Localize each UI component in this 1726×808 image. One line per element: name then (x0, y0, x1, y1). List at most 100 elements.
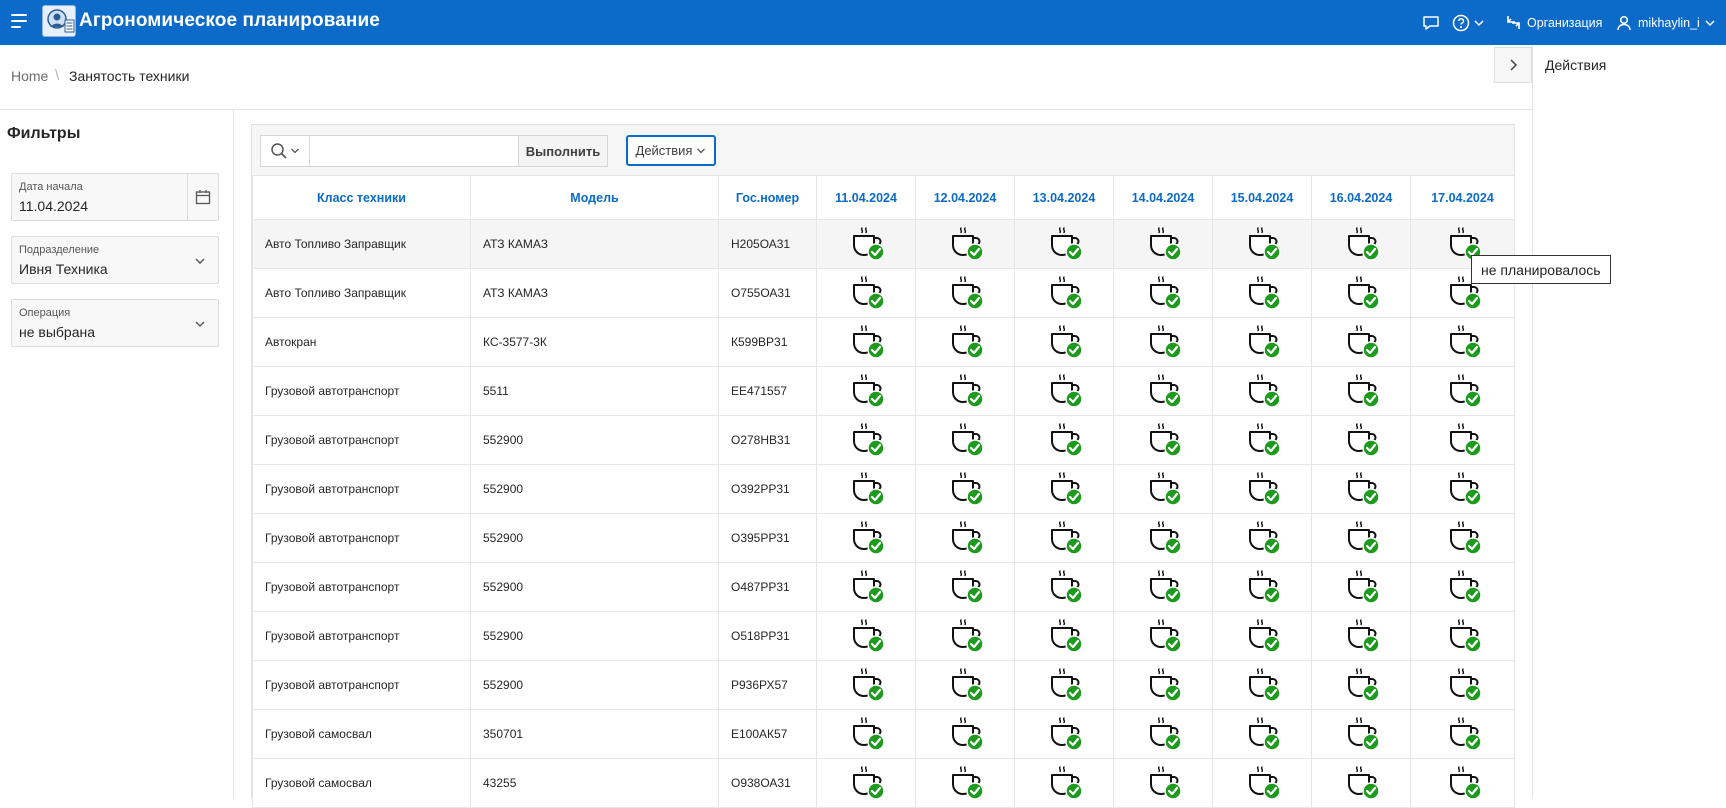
coffee-cup-check-icon[interactable] (1344, 519, 1382, 557)
coffee-cup-check-icon[interactable] (1245, 715, 1283, 753)
coffee-cup-check-icon[interactable] (1047, 617, 1085, 655)
coffee-cup-check-icon[interactable] (1047, 715, 1085, 753)
coffee-cup-check-icon[interactable] (948, 274, 986, 312)
coffee-cup-check-icon[interactable] (948, 715, 986, 753)
date-column-header[interactable]: 12.04.2024 (915, 175, 1015, 220)
coffee-cup-check-icon[interactable] (948, 617, 986, 655)
coffee-cup-check-icon[interactable] (1344, 274, 1382, 312)
coffee-cup-check-icon[interactable] (1446, 519, 1484, 557)
coffee-cup-check-icon[interactable] (849, 421, 887, 459)
column-header[interactable]: Гос.номер (718, 175, 817, 220)
coffee-cup-check-icon[interactable] (1446, 372, 1484, 410)
coffee-cup-check-icon[interactable] (1344, 421, 1382, 459)
coffee-cup-check-icon[interactable] (1446, 470, 1484, 508)
coffee-cup-check-icon[interactable] (1245, 519, 1283, 557)
coffee-cup-check-icon[interactable] (849, 764, 887, 802)
app-title[interactable]: Агрономическое планирование (79, 10, 380, 32)
coffee-cup-check-icon[interactable] (849, 372, 887, 410)
coffee-cup-check-icon[interactable] (1344, 715, 1382, 753)
coffee-cup-check-icon[interactable] (1146, 421, 1184, 459)
coffee-cup-check-icon[interactable] (1047, 568, 1085, 606)
coffee-cup-check-icon[interactable] (948, 470, 986, 508)
search-input[interactable] (310, 136, 518, 166)
coffee-cup-check-icon[interactable] (948, 421, 986, 459)
coffee-cup-check-icon[interactable] (1245, 372, 1283, 410)
feedback-icon[interactable] (1422, 0, 1440, 45)
coffee-cup-check-icon[interactable] (948, 323, 986, 361)
coffee-cup-check-icon[interactable] (1047, 274, 1085, 312)
collapse-panel-button[interactable] (1494, 47, 1532, 83)
date-column-header[interactable]: 14.04.2024 (1113, 175, 1213, 220)
coffee-cup-check-icon[interactable] (1446, 764, 1484, 802)
coffee-cup-check-icon[interactable] (1047, 764, 1085, 802)
operation-select[interactable]: Операция не выбрана (11, 299, 219, 347)
coffee-cup-check-icon[interactable] (948, 568, 986, 606)
date-column-header[interactable]: 17.04.2024 (1410, 175, 1515, 220)
date-column-header[interactable]: 15.04.2024 (1212, 175, 1312, 220)
user-menu-button[interactable]: mikhaylin_i (1616, 0, 1716, 45)
coffee-cup-check-icon[interactable] (1047, 372, 1085, 410)
coffee-cup-check-icon[interactable] (1446, 617, 1484, 655)
calendar-button[interactable] (187, 174, 218, 220)
coffee-cup-check-icon[interactable] (1047, 666, 1085, 704)
coffee-cup-check-icon[interactable] (849, 568, 887, 606)
coffee-cup-check-icon[interactable] (1344, 617, 1382, 655)
coffee-cup-check-icon[interactable] (1146, 323, 1184, 361)
column-header[interactable]: Класс техники (252, 175, 471, 220)
coffee-cup-check-icon[interactable] (849, 519, 887, 557)
coffee-cup-check-icon[interactable] (1446, 421, 1484, 459)
app-logo[interactable] (42, 5, 76, 37)
coffee-cup-check-icon[interactable] (1146, 764, 1184, 802)
column-header[interactable]: Модель (470, 175, 719, 220)
coffee-cup-check-icon[interactable] (1344, 225, 1382, 263)
start-date-field[interactable]: Дата начала 11.04.2024 (11, 173, 219, 221)
coffee-cup-check-icon[interactable] (1047, 421, 1085, 459)
coffee-cup-check-icon[interactable] (1344, 323, 1382, 361)
breadcrumb-home-link[interactable]: Home (11, 68, 48, 84)
coffee-cup-check-icon[interactable] (1146, 372, 1184, 410)
coffee-cup-check-icon[interactable] (1245, 421, 1283, 459)
coffee-cup-check-icon[interactable] (1146, 715, 1184, 753)
coffee-cup-check-icon[interactable] (1344, 764, 1382, 802)
coffee-cup-check-icon[interactable] (1344, 372, 1382, 410)
coffee-cup-check-icon[interactable] (1245, 568, 1283, 606)
coffee-cup-check-icon[interactable] (948, 225, 986, 263)
coffee-cup-check-icon[interactable] (1146, 225, 1184, 263)
coffee-cup-check-icon[interactable] (1146, 274, 1184, 312)
coffee-cup-check-icon[interactable] (849, 225, 887, 263)
coffee-cup-check-icon[interactable] (1446, 715, 1484, 753)
field-value[interactable]: 11.04.2024 (19, 198, 88, 214)
organization-switcher[interactable]: Организация (1505, 0, 1602, 45)
coffee-cup-check-icon[interactable] (1047, 519, 1085, 557)
division-select[interactable]: Подразделение Ивня Техника (11, 236, 219, 284)
coffee-cup-check-icon[interactable] (1446, 666, 1484, 704)
coffee-cup-check-icon[interactable] (1245, 323, 1283, 361)
coffee-cup-check-icon[interactable] (849, 715, 887, 753)
coffee-cup-check-icon[interactable] (849, 666, 887, 704)
coffee-cup-check-icon[interactable] (1146, 568, 1184, 606)
coffee-cup-check-icon[interactable] (1146, 617, 1184, 655)
coffee-cup-check-icon[interactable] (1245, 617, 1283, 655)
coffee-cup-check-icon[interactable] (1245, 274, 1283, 312)
menu-icon[interactable] (11, 14, 27, 28)
go-button[interactable]: Выполнить (518, 136, 607, 166)
coffee-cup-check-icon[interactable] (1245, 470, 1283, 508)
coffee-cup-check-icon[interactable] (948, 764, 986, 802)
actions-menu-button[interactable]: Действия (626, 135, 716, 166)
coffee-cup-check-icon[interactable] (1245, 225, 1283, 263)
coffee-cup-check-icon[interactable] (1146, 666, 1184, 704)
help-menu-button[interactable] (1452, 0, 1485, 45)
coffee-cup-check-icon[interactable] (849, 323, 887, 361)
coffee-cup-check-icon[interactable] (1344, 666, 1382, 704)
coffee-cup-check-icon[interactable] (1047, 323, 1085, 361)
date-column-header[interactable]: 16.04.2024 (1311, 175, 1411, 220)
coffee-cup-check-icon[interactable] (1047, 470, 1085, 508)
coffee-cup-check-icon[interactable] (849, 617, 887, 655)
coffee-cup-check-icon[interactable] (1146, 470, 1184, 508)
coffee-cup-check-icon[interactable] (1446, 323, 1484, 361)
coffee-cup-check-icon[interactable] (1146, 519, 1184, 557)
coffee-cup-check-icon[interactable] (948, 666, 986, 704)
date-column-header[interactable]: 11.04.2024 (816, 175, 916, 220)
date-column-header[interactable]: 13.04.2024 (1014, 175, 1114, 220)
coffee-cup-check-icon[interactable] (1047, 225, 1085, 263)
